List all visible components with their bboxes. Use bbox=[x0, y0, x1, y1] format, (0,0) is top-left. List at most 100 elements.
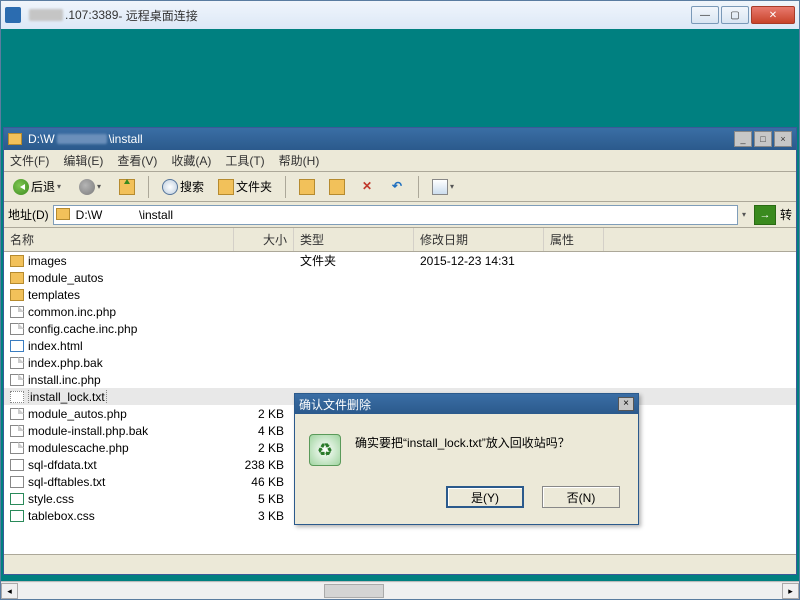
file-icon bbox=[10, 374, 24, 386]
search-button[interactable]: 搜索 bbox=[157, 176, 209, 198]
file-name: style.css bbox=[28, 492, 74, 506]
separator bbox=[285, 176, 286, 198]
confirm-delete-dialog: 确认文件删除 × 确实要把“install_lock.txt”放入回收站吗？ 是… bbox=[294, 393, 639, 525]
chevron-down-icon: ▾ bbox=[97, 182, 105, 191]
forward-button[interactable]: ▾ bbox=[74, 176, 110, 198]
file-date: 2015-12-23 14:31 bbox=[414, 254, 544, 268]
file-size: 4 KB bbox=[234, 424, 294, 438]
rdp-titlebar[interactable]: .107:3389 - 远程桌面连接 — ▢ ✕ bbox=[1, 1, 799, 29]
no-button[interactable]: 否(N) bbox=[542, 486, 620, 508]
back-button[interactable]: 后退▾ bbox=[8, 176, 70, 198]
views-button[interactable]: ▾ bbox=[427, 176, 463, 198]
blurred-text bbox=[57, 134, 107, 144]
explorer-window: D:\W \install _ □ × 文件(F) 编辑(E) 查看(V) 收藏… bbox=[3, 127, 797, 575]
forward-icon bbox=[79, 179, 95, 195]
move-icon bbox=[299, 179, 315, 195]
col-attr[interactable]: 属性 bbox=[544, 228, 604, 251]
file-name: modulescache.php bbox=[28, 441, 129, 455]
rdp-title-ip: .107:3389 bbox=[65, 8, 118, 22]
go-button[interactable]: → bbox=[754, 205, 776, 225]
file-name: tablebox.css bbox=[28, 509, 95, 523]
file-icon bbox=[10, 493, 24, 505]
remote-desktop-area: D:\W \install _ □ × 文件(F) 编辑(E) 查看(V) 收藏… bbox=[1, 29, 799, 581]
up-icon bbox=[119, 179, 135, 195]
yes-button[interactable]: 是(Y) bbox=[446, 486, 524, 508]
menu-tools[interactable]: 工具(T) bbox=[225, 152, 264, 169]
address-input[interactable] bbox=[53, 205, 738, 225]
statusbar bbox=[4, 554, 796, 574]
folder-icon bbox=[8, 133, 22, 145]
file-size: 2 KB bbox=[234, 441, 294, 455]
file-icon bbox=[10, 510, 24, 522]
dialog-message: 确实要把“install_lock.txt”放入回收站吗？ bbox=[355, 434, 570, 466]
address-label: 地址(D) bbox=[8, 206, 49, 223]
blurred-text bbox=[29, 9, 63, 21]
menu-help[interactable]: 帮助(H) bbox=[279, 152, 320, 169]
maximize-button[interactable]: ▢ bbox=[721, 6, 749, 24]
go-label: 转 bbox=[780, 206, 792, 223]
scroll-thumb[interactable] bbox=[324, 584, 384, 598]
menu-favorites[interactable]: 收藏(A) bbox=[171, 152, 211, 169]
file-name: module_autos.php bbox=[28, 407, 127, 421]
col-date[interactable]: 修改日期 bbox=[414, 228, 544, 251]
file-icon bbox=[10, 442, 24, 454]
dialog-title: 确认文件删除 bbox=[299, 396, 371, 413]
close-button[interactable]: ✕ bbox=[751, 6, 795, 24]
undo-icon: ↶ bbox=[389, 179, 405, 195]
file-row[interactable]: index.php.bak bbox=[4, 354, 796, 371]
file-row[interactable]: install.inc.php bbox=[4, 371, 796, 388]
scroll-track[interactable] bbox=[18, 583, 782, 599]
separator bbox=[148, 176, 149, 198]
up-button[interactable] bbox=[114, 176, 140, 198]
file-name: sql-dfdata.txt bbox=[28, 458, 97, 472]
undo-button[interactable]: ↶ bbox=[384, 176, 410, 198]
explorer-maximize-button[interactable]: □ bbox=[754, 131, 772, 147]
file-icon bbox=[10, 459, 24, 471]
horizontal-scrollbar[interactable]: ◂ ▸ bbox=[1, 581, 799, 599]
file-size: 238 KB bbox=[234, 458, 294, 472]
file-name: sql-dftables.txt bbox=[28, 475, 105, 489]
rdp-icon bbox=[5, 7, 21, 23]
delete-button[interactable]: ✕ bbox=[354, 176, 380, 198]
dialog-titlebar[interactable]: 确认文件删除 × bbox=[295, 394, 638, 414]
file-row[interactable]: images文件夹2015-12-23 14:31 bbox=[4, 252, 796, 269]
file-icon bbox=[10, 425, 24, 437]
explorer-titlebar[interactable]: D:\W \install _ □ × bbox=[4, 128, 796, 150]
file-row[interactable]: config.cache.inc.php bbox=[4, 320, 796, 337]
explorer-title-suffix: \install bbox=[109, 132, 143, 146]
dialog-close-button[interactable]: × bbox=[618, 397, 634, 411]
menu-edit[interactable]: 编辑(E) bbox=[63, 152, 103, 169]
col-size[interactable]: 大小 bbox=[234, 228, 294, 251]
col-type[interactable]: 类型 bbox=[294, 228, 414, 251]
file-name: install_lock.txt bbox=[28, 390, 107, 404]
recycle-icon bbox=[309, 434, 341, 466]
explorer-title-prefix: D:\W bbox=[28, 132, 55, 146]
file-name: images bbox=[28, 254, 67, 268]
file-row[interactable]: templates bbox=[4, 286, 796, 303]
views-icon bbox=[432, 179, 448, 195]
file-name: module_autos bbox=[28, 271, 103, 285]
file-row[interactable]: module_autos bbox=[4, 269, 796, 286]
explorer-close-button[interactable]: × bbox=[774, 131, 792, 147]
file-row[interactable]: index.html bbox=[4, 337, 796, 354]
file-icon bbox=[10, 289, 24, 301]
minimize-button[interactable]: — bbox=[691, 6, 719, 24]
search-icon bbox=[162, 179, 178, 195]
menu-file[interactable]: 文件(F) bbox=[10, 152, 49, 169]
separator bbox=[418, 176, 419, 198]
chevron-down-icon[interactable]: ▾ bbox=[742, 210, 750, 219]
chevron-down-icon: ▾ bbox=[57, 182, 65, 191]
scroll-left-button[interactable]: ◂ bbox=[1, 583, 18, 599]
rdp-title-suffix: - 远程桌面连接 bbox=[118, 7, 197, 24]
file-size: 46 KB bbox=[234, 475, 294, 489]
col-name[interactable]: 名称 bbox=[4, 228, 234, 251]
menu-view[interactable]: 查看(V) bbox=[117, 152, 157, 169]
file-icon bbox=[10, 323, 24, 335]
scroll-right-button[interactable]: ▸ bbox=[782, 583, 799, 599]
copy-to-button[interactable] bbox=[324, 176, 350, 198]
move-to-button[interactable] bbox=[294, 176, 320, 198]
file-row[interactable]: common.inc.php bbox=[4, 303, 796, 320]
file-icon bbox=[10, 391, 24, 403]
folders-button[interactable]: 文件夹 bbox=[213, 176, 277, 198]
explorer-minimize-button[interactable]: _ bbox=[734, 131, 752, 147]
